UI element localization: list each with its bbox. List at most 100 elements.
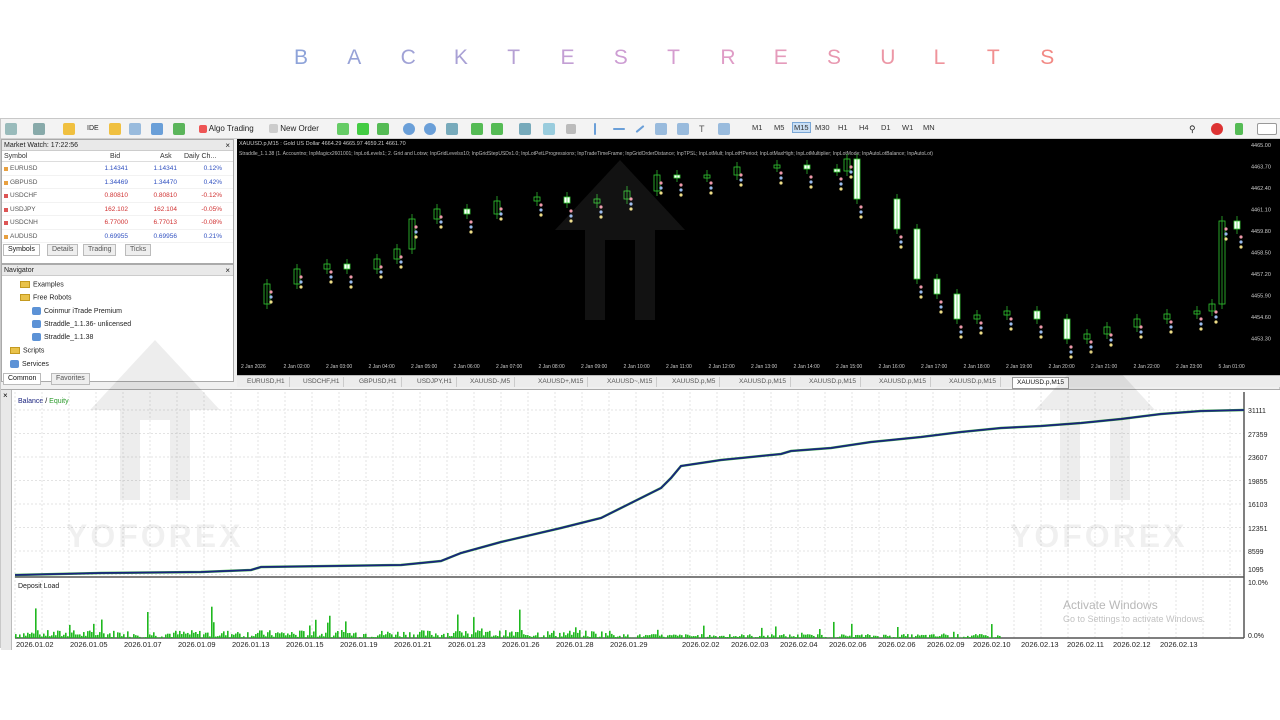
timeframe-m30[interactable]: M30	[815, 123, 830, 132]
market-watch-icon[interactable]	[63, 121, 75, 137]
order-marker	[1199, 327, 1203, 331]
tab-favorites[interactable]: Favorites	[51, 373, 90, 385]
market-watch-row[interactable]: USDCHF 0.80810 0.80810 -0.12%	[2, 189, 233, 203]
tab-common[interactable]: Common	[3, 373, 42, 385]
bar-chart-icon[interactable]	[337, 121, 349, 137]
chart-tab[interactable]: XAUUSD.p,M15	[805, 377, 861, 387]
home-icon[interactable]	[151, 121, 163, 137]
chart-tab[interactable]: XAUUSD.p,M15	[945, 377, 1001, 387]
algo-trading-button[interactable]: Algo Trading	[199, 121, 254, 137]
deposit-load-bar	[49, 636, 51, 638]
indicators-icon[interactable]	[519, 121, 531, 137]
candlestick-icon[interactable]	[357, 121, 369, 137]
col-ask[interactable]: Ask	[160, 151, 172, 162]
chart-tab[interactable]: XAUUSD~,M15	[603, 377, 658, 387]
bid-price: 1.34469	[104, 178, 129, 186]
tab-trading[interactable]: Trading	[83, 244, 117, 256]
order-marker	[499, 212, 503, 216]
window-button[interactable]	[1257, 121, 1277, 137]
lock-icon[interactable]	[109, 121, 121, 137]
tab-ticks[interactable]: Ticks	[125, 244, 152, 256]
shapes-icon[interactable]	[718, 121, 730, 137]
grid-icon[interactable]	[446, 121, 458, 137]
navigator-item[interactable]: Services	[10, 360, 49, 368]
market-watch-row[interactable]: EURUSD 1.14341 1.14341 0.12%	[2, 162, 233, 176]
chart-tab[interactable]: USDCHF,H1	[299, 377, 345, 387]
zoom-out-icon[interactable]	[424, 121, 436, 137]
deposit-load-bar	[443, 633, 445, 638]
text-tool-icon[interactable]: T	[699, 121, 705, 137]
search-icon[interactable]: ⚲	[1189, 121, 1196, 137]
deposit-load-bar	[325, 632, 327, 638]
col-bid[interactable]: Bid	[110, 151, 120, 162]
time-label: 2 Jan 11:00	[666, 364, 692, 370]
channel-icon[interactable]	[655, 121, 667, 137]
deposit-load-bar	[265, 636, 267, 638]
chart-tab[interactable]: XAUUSD.p,M15	[1012, 377, 1069, 389]
navigator-item[interactable]: Straddle_1.1.38	[32, 333, 93, 341]
timeframe-h1[interactable]: H1	[838, 123, 848, 132]
scroll-icon[interactable]	[471, 121, 483, 137]
deposit-load-bar	[991, 624, 993, 638]
notifications-icon[interactable]	[1211, 121, 1223, 137]
chart-tab[interactable]: XAUUSD-,M5	[466, 377, 516, 387]
profiles-button[interactable]	[33, 121, 45, 137]
timeframe-m1[interactable]: M1	[752, 123, 762, 132]
timeframe-m15[interactable]: M15	[792, 122, 811, 133]
close-icon[interactable]: ×	[225, 265, 230, 276]
chart-tab[interactable]: XAUUSD.p,M15	[735, 377, 791, 387]
market-watch-row[interactable]: GBPUSD 1.34469 1.34470 0.42%	[2, 176, 233, 189]
crosshair-icon[interactable]	[566, 121, 576, 137]
chart-tab[interactable]: XAUUSD.p,M15	[875, 377, 931, 387]
terminal-icon[interactable]	[129, 121, 141, 137]
col-symbol[interactable]: Symbol	[4, 151, 27, 162]
chart-tab[interactable]: USDJPY,H1	[413, 377, 457, 387]
chart-tab[interactable]: XAUUSD+,M15	[534, 377, 589, 387]
deposit-load-bar	[547, 631, 549, 638]
timeframe-m5[interactable]: M5	[774, 123, 784, 132]
strategy-tester-icon[interactable]	[173, 121, 185, 137]
horizontal-line-icon[interactable]	[613, 121, 625, 137]
trendline-icon[interactable]	[635, 121, 645, 137]
navigator-item[interactable]: Straddle_1.1.36- unlicensed	[32, 320, 131, 328]
ask-price: 6.77013	[153, 219, 178, 226]
account-icon[interactable]	[1235, 121, 1243, 137]
autoscroll-icon[interactable]	[491, 121, 503, 137]
navigator-item[interactable]: Coinmur iTrade Premium	[32, 307, 122, 315]
navigator-item[interactable]: Scripts	[10, 347, 44, 354]
new-chart-button[interactable]	[5, 121, 17, 137]
deposit-load-bar	[151, 635, 153, 638]
tab-symbols[interactable]: Symbols	[3, 244, 40, 256]
date-label: 2026.01.29	[610, 640, 648, 649]
tab-details[interactable]: Details	[47, 244, 79, 256]
zoom-in-icon[interactable]	[403, 121, 415, 137]
fibonacci-icon[interactable]	[677, 121, 689, 137]
deposit-load-bar	[687, 634, 689, 638]
market-watch-row[interactable]: AUDUSD 0.69955 0.69956 0.21%	[2, 230, 233, 243]
timeframe-mn[interactable]: MN	[923, 123, 935, 132]
col-change[interactable]: Daily Ch...	[184, 151, 216, 162]
cursor-icon[interactable]	[543, 121, 555, 137]
market-watch-row[interactable]: USDJPY 162.102 162.104 -0.05%	[2, 203, 233, 216]
order-marker	[1169, 325, 1173, 329]
market-watch-row[interactable]: USDCNH 6.77000 6.77013 -0.08%	[2, 216, 233, 230]
price-chart[interactable]: XAUUSD.p,M15 : Gold US Dollar 4664.29 46…	[237, 139, 1280, 375]
timeframe-w1[interactable]: W1	[902, 123, 913, 132]
order-marker	[1214, 315, 1218, 319]
close-icon[interactable]: ×	[225, 140, 230, 151]
timeframe-h4[interactable]: H4	[859, 123, 869, 132]
vertical-line-icon[interactable]	[594, 121, 596, 137]
ide-button[interactable]: IDE	[87, 121, 99, 137]
bid-price: 162.102	[104, 205, 129, 213]
chart-tab[interactable]: EURUSD,H1	[243, 377, 290, 387]
chart-tab[interactable]: XAUUSD.p,M5	[668, 377, 721, 387]
deposit-load-bar	[409, 632, 411, 638]
timeframe-d1[interactable]: D1	[881, 123, 891, 132]
chart-tab[interactable]: GBPUSD,H1	[355, 377, 402, 387]
line-chart-icon[interactable]	[377, 121, 389, 137]
price-label: 4463.70	[1251, 165, 1271, 171]
balance-y-label: 19855	[1248, 478, 1268, 486]
navigator-item[interactable]: Examples	[20, 281, 64, 288]
new-order-button[interactable]: New Order	[269, 121, 319, 137]
navigator-item[interactable]: Free Robots	[20, 294, 72, 301]
